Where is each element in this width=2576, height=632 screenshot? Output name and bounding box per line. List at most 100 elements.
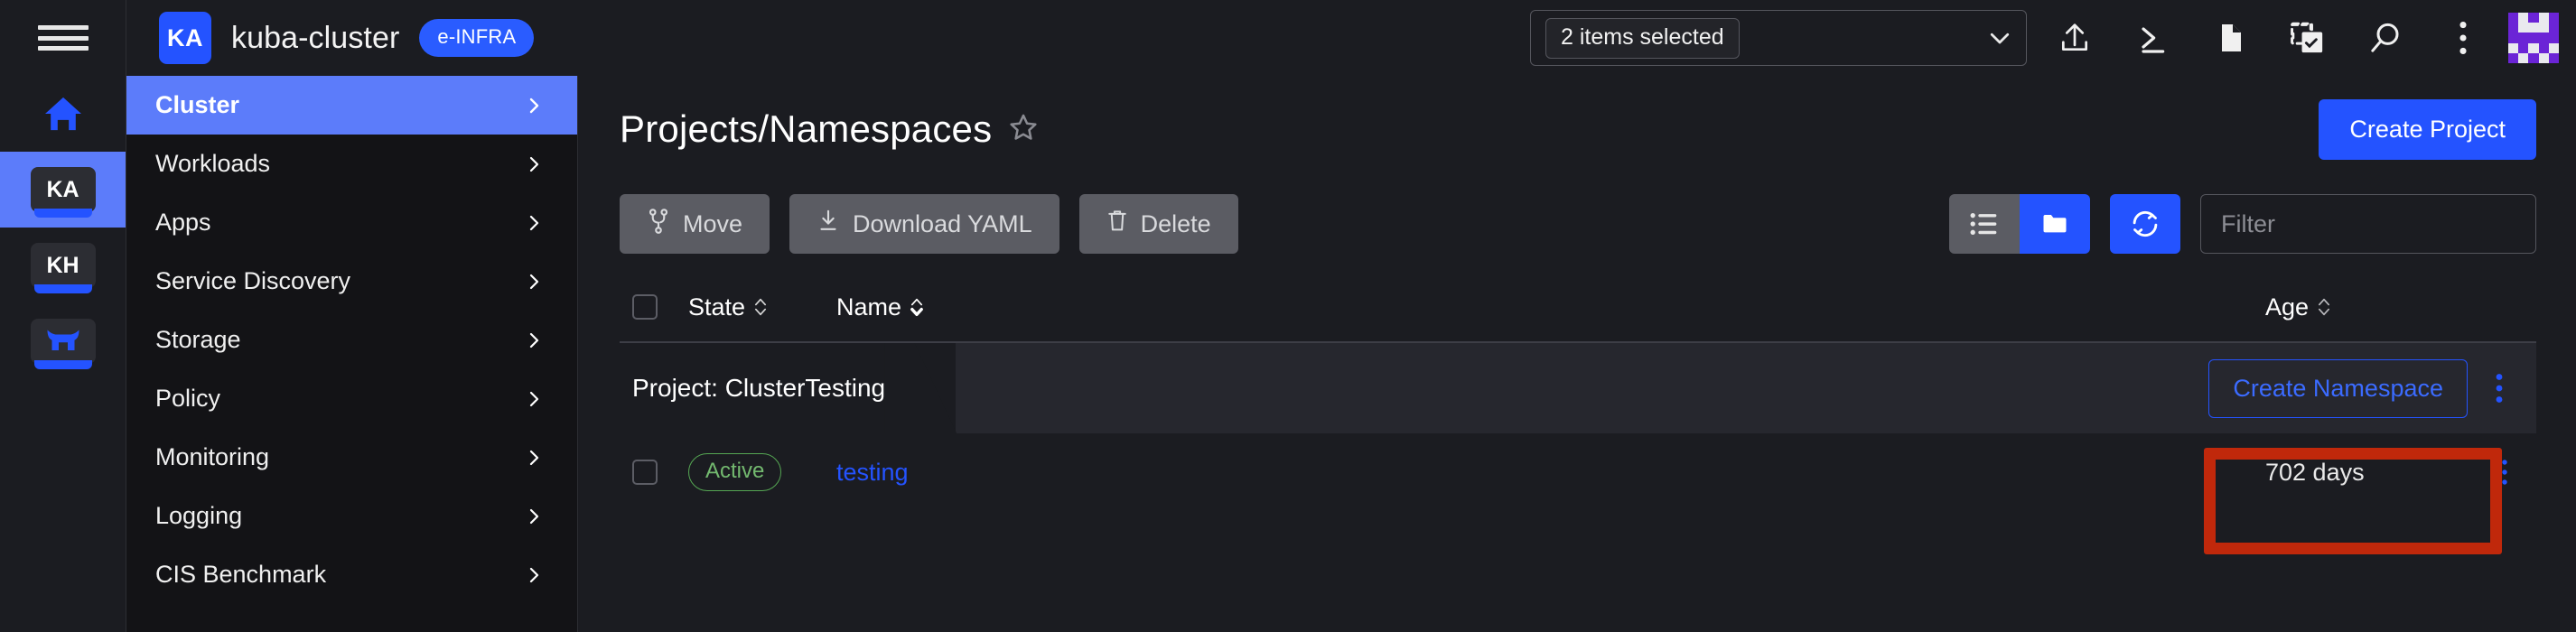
age-value: 702 days: [2265, 458, 2365, 486]
chevron-right-icon: [529, 567, 539, 582]
row-name-cell: testing: [836, 459, 2265, 487]
sidebar-item-logging[interactable]: Logging: [126, 487, 577, 545]
chevron-down-icon[interactable]: [1986, 24, 2013, 51]
cluster-name: kuba-cluster: [231, 20, 400, 55]
column-header-state-label: State: [688, 293, 746, 321]
table-row[interactable]: Active testing 702 days: [620, 433, 2536, 511]
download-yaml-button[interactable]: Download YAML: [789, 194, 1059, 254]
chevron-right-icon: [529, 391, 539, 406]
row-overflow-menu-icon[interactable]: [2500, 459, 2509, 486]
chevron-right-icon: [529, 156, 539, 172]
menu-toggle[interactable]: [0, 0, 126, 76]
rail-item-cluster-ka[interactable]: KA: [0, 152, 126, 228]
group-by-project-view-button[interactable]: [2020, 194, 2090, 254]
namespace-selection-chip[interactable]: 2 items selected: [1545, 17, 1740, 59]
sort-icon: [2319, 298, 2330, 316]
project-row-overflow-menu-icon[interactable]: [2468, 373, 2531, 404]
chevron-right-icon: [529, 332, 539, 348]
side-nav: Cluster Workloads Apps Service Discovery…: [126, 76, 578, 632]
sidebar-item-label: Service Discovery: [155, 267, 351, 294]
sidebar-item-label: Apps: [155, 209, 211, 236]
sidebar-item-workloads[interactable]: Workloads: [126, 135, 577, 193]
rail-badge-label[interactable]: KA: [30, 167, 96, 218]
sidebar-item-cluster[interactable]: Cluster: [126, 76, 577, 135]
namespace-link[interactable]: testing: [836, 459, 909, 487]
status-badge: Active: [688, 453, 782, 491]
create-namespace-button[interactable]: Create Namespace: [2208, 358, 2468, 418]
hamburger-icon[interactable]: [37, 20, 89, 56]
rail-item-home[interactable]: [0, 76, 126, 152]
overflow-menu-icon[interactable]: [2424, 0, 2502, 76]
move-branch-icon: [647, 208, 670, 241]
top-bar: KA kuba-cluster e-INFRA 2 items selected: [0, 0, 2576, 76]
flat-list-view-button[interactable]: [1949, 194, 2020, 254]
project-group-actions: Create Namespace: [2208, 358, 2536, 418]
chevron-right-icon: [529, 450, 539, 465]
bulk-actions-row: Move Download YAML Delete Filter: [620, 182, 2536, 265]
sidebar-item-service-discovery[interactable]: Service Discovery: [126, 252, 577, 311]
cluster-initials-badge: KA: [159, 12, 211, 64]
rancher-dashboard: KA kuba-cluster e-INFRA 2 items selected: [0, 0, 2576, 632]
chevron-right-icon: [529, 215, 539, 230]
file-icon[interactable]: [2191, 0, 2269, 76]
avatar[interactable]: [2502, 0, 2571, 76]
sidebar-item-storage[interactable]: Storage: [126, 311, 577, 369]
cluster-tag-badge: e-INFRA: [419, 19, 535, 57]
sidebar-item-cis-benchmark[interactable]: CIS Benchmark: [126, 545, 577, 604]
column-header-age[interactable]: Age: [2265, 293, 2473, 321]
move-button-label: Move: [683, 209, 743, 237]
row-state-cell: Active: [688, 453, 836, 491]
column-header-name[interactable]: Name: [836, 293, 2265, 321]
project-group-title: Project: ClusterTesting: [620, 343, 957, 433]
rancher-cow-icon[interactable]: [30, 319, 96, 369]
sidebar-item-monitoring[interactable]: Monitoring: [126, 428, 577, 487]
row-age-cell: 702 days: [2265, 459, 2473, 487]
rail-item-cluster-kh[interactable]: KH: [0, 228, 126, 303]
import-yaml-icon[interactable]: [2269, 0, 2347, 76]
user-identicon-avatar[interactable]: [2508, 13, 2559, 63]
terminal-icon[interactable]: [2114, 0, 2191, 76]
row-overflow-menu[interactable]: [2473, 459, 2536, 486]
filter-input[interactable]: [2200, 194, 2536, 254]
download-icon: [817, 208, 840, 241]
star-outline-icon[interactable]: [1008, 112, 1039, 147]
project-group-row: Project: ClusterTesting Create Namespace: [620, 343, 2536, 433]
chevron-right-icon: [529, 98, 539, 113]
create-project-button[interactable]: Create Project: [2319, 98, 2536, 160]
sort-icon: [755, 298, 767, 316]
app-body: KA KH Cluster Workloads Apps Service Dis…: [0, 76, 2576, 632]
namespace-filter-select[interactable]: 2 items selected: [1530, 10, 2027, 66]
home-icon[interactable]: [42, 96, 84, 132]
search-icon[interactable]: [2347, 0, 2424, 76]
sidebar-item-apps[interactable]: Apps: [126, 193, 577, 252]
sidebar-item-label: Storage: [155, 326, 241, 353]
view-toggle-group: [1949, 194, 2090, 254]
column-header-state[interactable]: State: [688, 293, 836, 321]
page-header: Projects/Namespaces Create Project: [620, 76, 2536, 182]
row-checkbox[interactable]: [632, 460, 658, 485]
view-controls: [1949, 194, 2536, 254]
rail-badge-label[interactable]: KH: [30, 243, 96, 293]
sidebar-item-label: Workloads: [155, 150, 271, 177]
cluster-rail: KA KH: [0, 76, 126, 632]
column-header-age-label: Age: [2265, 293, 2310, 321]
sidebar-item-policy[interactable]: Policy: [126, 369, 577, 428]
refresh-button[interactable]: [2110, 194, 2180, 254]
download-yaml-button-label: Download YAML: [853, 209, 1032, 237]
list-icon: [1970, 213, 1997, 235]
chevron-right-icon: [529, 274, 539, 289]
select-all-checkbox[interactable]: [632, 294, 658, 320]
sidebar-item-label: Policy: [155, 385, 221, 412]
upload-icon[interactable]: [2036, 0, 2114, 76]
select-all-cell: [620, 294, 688, 320]
move-button[interactable]: Move: [620, 194, 770, 254]
refresh-icon: [2133, 210, 2158, 237]
sort-icon-active: [910, 298, 923, 317]
trash-icon: [1106, 208, 1128, 241]
main-content: Projects/Namespaces Create Project Move …: [578, 76, 2576, 632]
delete-button[interactable]: Delete: [1078, 194, 1238, 254]
sidebar-item-label: CIS Benchmark: [155, 561, 327, 588]
rail-item-rancher-manager[interactable]: [0, 303, 126, 379]
column-header-name-label: Name: [836, 293, 902, 321]
